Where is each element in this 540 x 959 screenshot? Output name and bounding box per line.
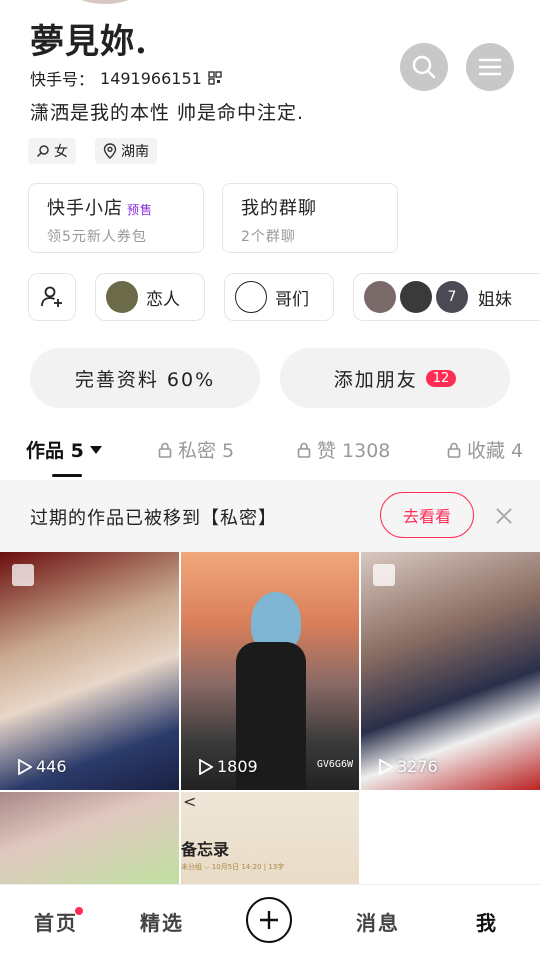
relation-sisters[interactable]: 7 姐妹 xyxy=(353,273,540,321)
tab-works[interactable]: 作品 5 xyxy=(26,436,102,463)
add-relation-button[interactable] xyxy=(28,273,76,321)
shop-title: 快手小店 xyxy=(47,198,123,219)
avatar-count: 7 xyxy=(436,281,468,313)
watermark: GV6G6W xyxy=(316,759,353,770)
gender-female-icon xyxy=(36,145,49,158)
nav-home[interactable]: 首页 xyxy=(34,907,78,936)
location-tag: 湖南 xyxy=(95,138,157,164)
group-chat-title: 我的群聊 xyxy=(241,198,317,219)
group-chat-card[interactable]: 我的群聊 2个群聊 xyxy=(222,183,398,253)
close-icon[interactable] xyxy=(495,507,513,525)
complete-profile-label: 完善资料 60% xyxy=(74,368,216,391)
lock-icon xyxy=(447,442,461,458)
shop-card[interactable]: 快手小店 预售 领5元新人券包 xyxy=(28,183,204,253)
gender-tag: 女 xyxy=(28,138,76,164)
user-id-label: 快手号： xyxy=(30,70,95,89)
qr-code-icon[interactable] xyxy=(208,71,222,85)
lock-icon xyxy=(158,442,172,458)
go-see-button[interactable]: 去看看 xyxy=(380,492,474,538)
lock-icon xyxy=(297,442,311,458)
video-tile[interactable]: GV6G6W 1809 xyxy=(181,552,359,790)
search-button[interactable] xyxy=(400,43,448,91)
add-person-icon xyxy=(41,286,62,307)
play-icon xyxy=(18,758,32,775)
profile-avatar[interactable] xyxy=(70,0,140,4)
play-count-value: 1809 xyxy=(217,757,258,776)
home-notification-dot xyxy=(75,907,83,915)
menu-button[interactable] xyxy=(466,43,514,91)
group-chat-subtitle: 2个群聊 xyxy=(241,229,296,245)
nav-featured[interactable]: 精选 xyxy=(140,907,184,936)
play-count-value: 3276 xyxy=(397,757,438,776)
memo-subtitle: 未分组 ⌵ 10月5日 14:20 | 13字 xyxy=(181,863,285,871)
plus-icon xyxy=(260,911,278,929)
tab-label: 私密 5 xyxy=(178,440,235,462)
play-icon xyxy=(199,758,213,775)
play-count-value: 446 xyxy=(36,757,67,776)
relation-buddies[interactable]: 哥们 xyxy=(224,273,334,321)
play-icon xyxy=(379,758,393,775)
play-count: 1809 xyxy=(199,757,258,776)
tab-likes[interactable]: 赞 1308 xyxy=(297,436,390,463)
album-icon xyxy=(12,564,34,586)
video-tile[interactable]: 3276 xyxy=(361,552,540,790)
relation-lover[interactable]: 恋人 xyxy=(95,273,205,321)
caret-down-icon xyxy=(89,445,102,454)
create-button[interactable] xyxy=(246,897,292,943)
avatar xyxy=(400,281,432,313)
tab-favorites[interactable]: 收藏 4 xyxy=(447,436,540,463)
shop-subtitle: 领5元新人券包 xyxy=(47,229,147,245)
nav-messages[interactable]: 消息 xyxy=(356,907,400,936)
add-friends-button[interactable]: 添加朋友 12 xyxy=(280,348,510,408)
video-tile[interactable] xyxy=(0,792,179,884)
play-count: 3276 xyxy=(379,757,438,776)
play-count: 446 xyxy=(18,757,67,776)
relation-label: 姐妹 xyxy=(478,289,512,310)
relation-label: 哥们 xyxy=(275,289,309,310)
avatar xyxy=(106,281,138,313)
profile-name: 夢見妳. xyxy=(30,22,148,62)
add-friends-label: 添加朋友 xyxy=(333,368,418,391)
tab-active-indicator xyxy=(52,474,82,477)
tab-label: 收藏 4 xyxy=(467,440,524,462)
notice-text: 过期的作品已被移到【私密】 xyxy=(30,508,277,529)
search-icon xyxy=(412,55,436,79)
tab-label: 赞 1308 xyxy=(317,440,391,462)
gender-label: 女 xyxy=(54,144,68,160)
location-label: 湖南 xyxy=(121,144,149,160)
album-icon xyxy=(373,564,395,586)
presale-badge: 预售 xyxy=(127,203,154,217)
video-tile[interactable]: 446 xyxy=(0,552,179,790)
friend-request-badge: 12 xyxy=(425,369,457,387)
relation-label: 恋人 xyxy=(146,289,180,310)
bottom-nav: 首页 精选 消息 我 xyxy=(0,884,540,959)
user-id-row[interactable]: 快手号： 1491966151 xyxy=(30,66,222,90)
tab-label: 作品 5 xyxy=(26,440,84,462)
memo-title: 备忘录 xyxy=(181,840,230,859)
avatar xyxy=(235,281,267,313)
profile-bio: 潇洒是我的本性 帅是命中注定. xyxy=(30,102,305,124)
nav-me[interactable]: 我 xyxy=(476,907,498,936)
complete-profile-button[interactable]: 完善资料 60% xyxy=(30,348,260,408)
video-tile[interactable]: < 备忘录 未分组 ⌵ 10月5日 14:20 | 13字 xyxy=(181,792,359,884)
location-pin-icon xyxy=(103,143,117,159)
tab-private[interactable]: 私密 5 xyxy=(158,436,234,463)
user-id-value: 1491966151 xyxy=(100,68,202,88)
menu-icon xyxy=(478,58,502,76)
avatar xyxy=(364,281,396,313)
